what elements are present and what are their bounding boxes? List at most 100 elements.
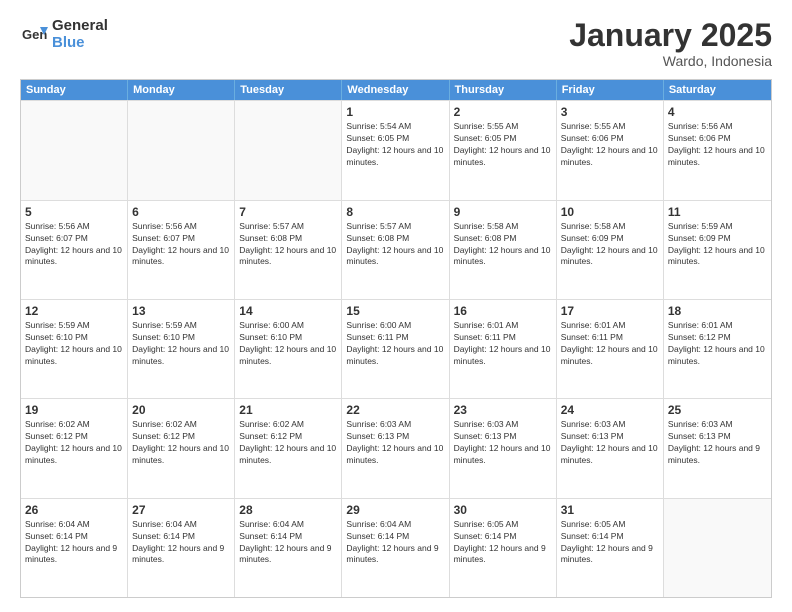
day-info: Sunrise: 5:56 AM Sunset: 6:07 PM Dayligh… [25,221,123,269]
day-number: 27 [132,502,230,518]
day-cell: 2Sunrise: 5:55 AM Sunset: 6:05 PM Daylig… [450,101,557,199]
calendar-row: 26Sunrise: 6:04 AM Sunset: 6:14 PM Dayli… [21,498,771,597]
day-cell: 12Sunrise: 5:59 AM Sunset: 6:10 PM Dayli… [21,300,128,398]
weekday-header: Thursday [450,80,557,100]
day-cell: 18Sunrise: 6:01 AM Sunset: 6:12 PM Dayli… [664,300,771,398]
day-cell: 30Sunrise: 6:05 AM Sunset: 6:14 PM Dayli… [450,499,557,597]
day-info: Sunrise: 6:02 AM Sunset: 6:12 PM Dayligh… [239,419,337,467]
day-info: Sunrise: 6:04 AM Sunset: 6:14 PM Dayligh… [132,519,230,567]
day-cell: 11Sunrise: 5:59 AM Sunset: 6:09 PM Dayli… [664,201,771,299]
day-info: Sunrise: 6:04 AM Sunset: 6:14 PM Dayligh… [239,519,337,567]
day-cell: 21Sunrise: 6:02 AM Sunset: 6:12 PM Dayli… [235,399,342,497]
calendar: SundayMondayTuesdayWednesdayThursdayFrid… [20,79,772,598]
day-number: 5 [25,204,123,220]
day-info: Sunrise: 5:59 AM Sunset: 6:09 PM Dayligh… [668,221,767,269]
empty-cell [664,499,771,597]
logo-general: General [52,18,108,35]
day-info: Sunrise: 6:00 AM Sunset: 6:10 PM Dayligh… [239,320,337,368]
day-number: 14 [239,303,337,319]
day-info: Sunrise: 5:58 AM Sunset: 6:09 PM Dayligh… [561,221,659,269]
day-number: 3 [561,104,659,120]
day-info: Sunrise: 5:57 AM Sunset: 6:08 PM Dayligh… [239,221,337,269]
day-number: 8 [346,204,444,220]
logo-text: General Blue [52,18,108,51]
calendar-row: 12Sunrise: 5:59 AM Sunset: 6:10 PM Dayli… [21,299,771,398]
day-info: Sunrise: 6:05 AM Sunset: 6:14 PM Dayligh… [561,519,659,567]
empty-cell [128,101,235,199]
day-cell: 3Sunrise: 5:55 AM Sunset: 6:06 PM Daylig… [557,101,664,199]
day-cell: 25Sunrise: 6:03 AM Sunset: 6:13 PM Dayli… [664,399,771,497]
day-number: 4 [668,104,767,120]
calendar-row: 1Sunrise: 5:54 AM Sunset: 6:05 PM Daylig… [21,100,771,199]
day-number: 26 [25,502,123,518]
calendar-row: 19Sunrise: 6:02 AM Sunset: 6:12 PM Dayli… [21,398,771,497]
day-number: 17 [561,303,659,319]
calendar-row: 5Sunrise: 5:56 AM Sunset: 6:07 PM Daylig… [21,200,771,299]
day-info: Sunrise: 5:57 AM Sunset: 6:08 PM Dayligh… [346,221,444,269]
day-number: 6 [132,204,230,220]
day-number: 15 [346,303,444,319]
day-cell: 5Sunrise: 5:56 AM Sunset: 6:07 PM Daylig… [21,201,128,299]
day-info: Sunrise: 6:04 AM Sunset: 6:14 PM Dayligh… [346,519,444,567]
day-info: Sunrise: 6:01 AM Sunset: 6:12 PM Dayligh… [668,320,767,368]
day-cell: 14Sunrise: 6:00 AM Sunset: 6:10 PM Dayli… [235,300,342,398]
month-title: January 2025 [569,18,772,53]
day-cell: 20Sunrise: 6:02 AM Sunset: 6:12 PM Dayli… [128,399,235,497]
day-cell: 8Sunrise: 5:57 AM Sunset: 6:08 PM Daylig… [342,201,449,299]
day-number: 23 [454,402,552,418]
day-info: Sunrise: 6:02 AM Sunset: 6:12 PM Dayligh… [132,419,230,467]
day-cell: 22Sunrise: 6:03 AM Sunset: 6:13 PM Dayli… [342,399,449,497]
day-info: Sunrise: 5:59 AM Sunset: 6:10 PM Dayligh… [132,320,230,368]
day-cell: 4Sunrise: 5:56 AM Sunset: 6:06 PM Daylig… [664,101,771,199]
day-number: 2 [454,104,552,120]
day-cell: 13Sunrise: 5:59 AM Sunset: 6:10 PM Dayli… [128,300,235,398]
day-cell: 19Sunrise: 6:02 AM Sunset: 6:12 PM Dayli… [21,399,128,497]
day-number: 13 [132,303,230,319]
day-cell: 17Sunrise: 6:01 AM Sunset: 6:11 PM Dayli… [557,300,664,398]
day-number: 22 [346,402,444,418]
day-info: Sunrise: 6:05 AM Sunset: 6:14 PM Dayligh… [454,519,552,567]
weekday-header: Sunday [21,80,128,100]
day-cell: 27Sunrise: 6:04 AM Sunset: 6:14 PM Dayli… [128,499,235,597]
day-number: 20 [132,402,230,418]
day-info: Sunrise: 5:56 AM Sunset: 6:07 PM Dayligh… [132,221,230,269]
day-cell: 9Sunrise: 5:58 AM Sunset: 6:08 PM Daylig… [450,201,557,299]
day-number: 29 [346,502,444,518]
day-info: Sunrise: 6:02 AM Sunset: 6:12 PM Dayligh… [25,419,123,467]
day-info: Sunrise: 6:03 AM Sunset: 6:13 PM Dayligh… [454,419,552,467]
day-cell: 24Sunrise: 6:03 AM Sunset: 6:13 PM Dayli… [557,399,664,497]
day-cell: 16Sunrise: 6:01 AM Sunset: 6:11 PM Dayli… [450,300,557,398]
weekday-header: Wednesday [342,80,449,100]
weekday-header: Monday [128,80,235,100]
day-info: Sunrise: 5:56 AM Sunset: 6:06 PM Dayligh… [668,121,767,169]
day-number: 28 [239,502,337,518]
day-cell: 1Sunrise: 5:54 AM Sunset: 6:05 PM Daylig… [342,101,449,199]
weekday-header: Saturday [664,80,771,100]
day-cell: 7Sunrise: 5:57 AM Sunset: 6:08 PM Daylig… [235,201,342,299]
title-block: January 2025 Wardo, Indonesia [569,18,772,69]
day-number: 7 [239,204,337,220]
day-number: 24 [561,402,659,418]
day-number: 19 [25,402,123,418]
day-info: Sunrise: 5:55 AM Sunset: 6:06 PM Dayligh… [561,121,659,169]
day-cell: 23Sunrise: 6:03 AM Sunset: 6:13 PM Dayli… [450,399,557,497]
weekday-header: Tuesday [235,80,342,100]
day-number: 18 [668,303,767,319]
day-number: 16 [454,303,552,319]
day-cell: 15Sunrise: 6:00 AM Sunset: 6:11 PM Dayli… [342,300,449,398]
day-number: 25 [668,402,767,418]
day-cell: 29Sunrise: 6:04 AM Sunset: 6:14 PM Dayli… [342,499,449,597]
day-cell: 28Sunrise: 6:04 AM Sunset: 6:14 PM Dayli… [235,499,342,597]
day-cell: 31Sunrise: 6:05 AM Sunset: 6:14 PM Dayli… [557,499,664,597]
day-info: Sunrise: 5:59 AM Sunset: 6:10 PM Dayligh… [25,320,123,368]
day-cell: 10Sunrise: 5:58 AM Sunset: 6:09 PM Dayli… [557,201,664,299]
empty-cell [21,101,128,199]
weekday-header: Friday [557,80,664,100]
logo: Gen General Blue [20,18,108,51]
day-info: Sunrise: 6:03 AM Sunset: 6:13 PM Dayligh… [561,419,659,467]
logo-icon: Gen [20,21,48,49]
header: Gen General Blue January 2025 Wardo, Ind… [20,18,772,69]
calendar-body: 1Sunrise: 5:54 AM Sunset: 6:05 PM Daylig… [21,100,771,597]
day-info: Sunrise: 5:55 AM Sunset: 6:05 PM Dayligh… [454,121,552,169]
day-info: Sunrise: 6:04 AM Sunset: 6:14 PM Dayligh… [25,519,123,567]
